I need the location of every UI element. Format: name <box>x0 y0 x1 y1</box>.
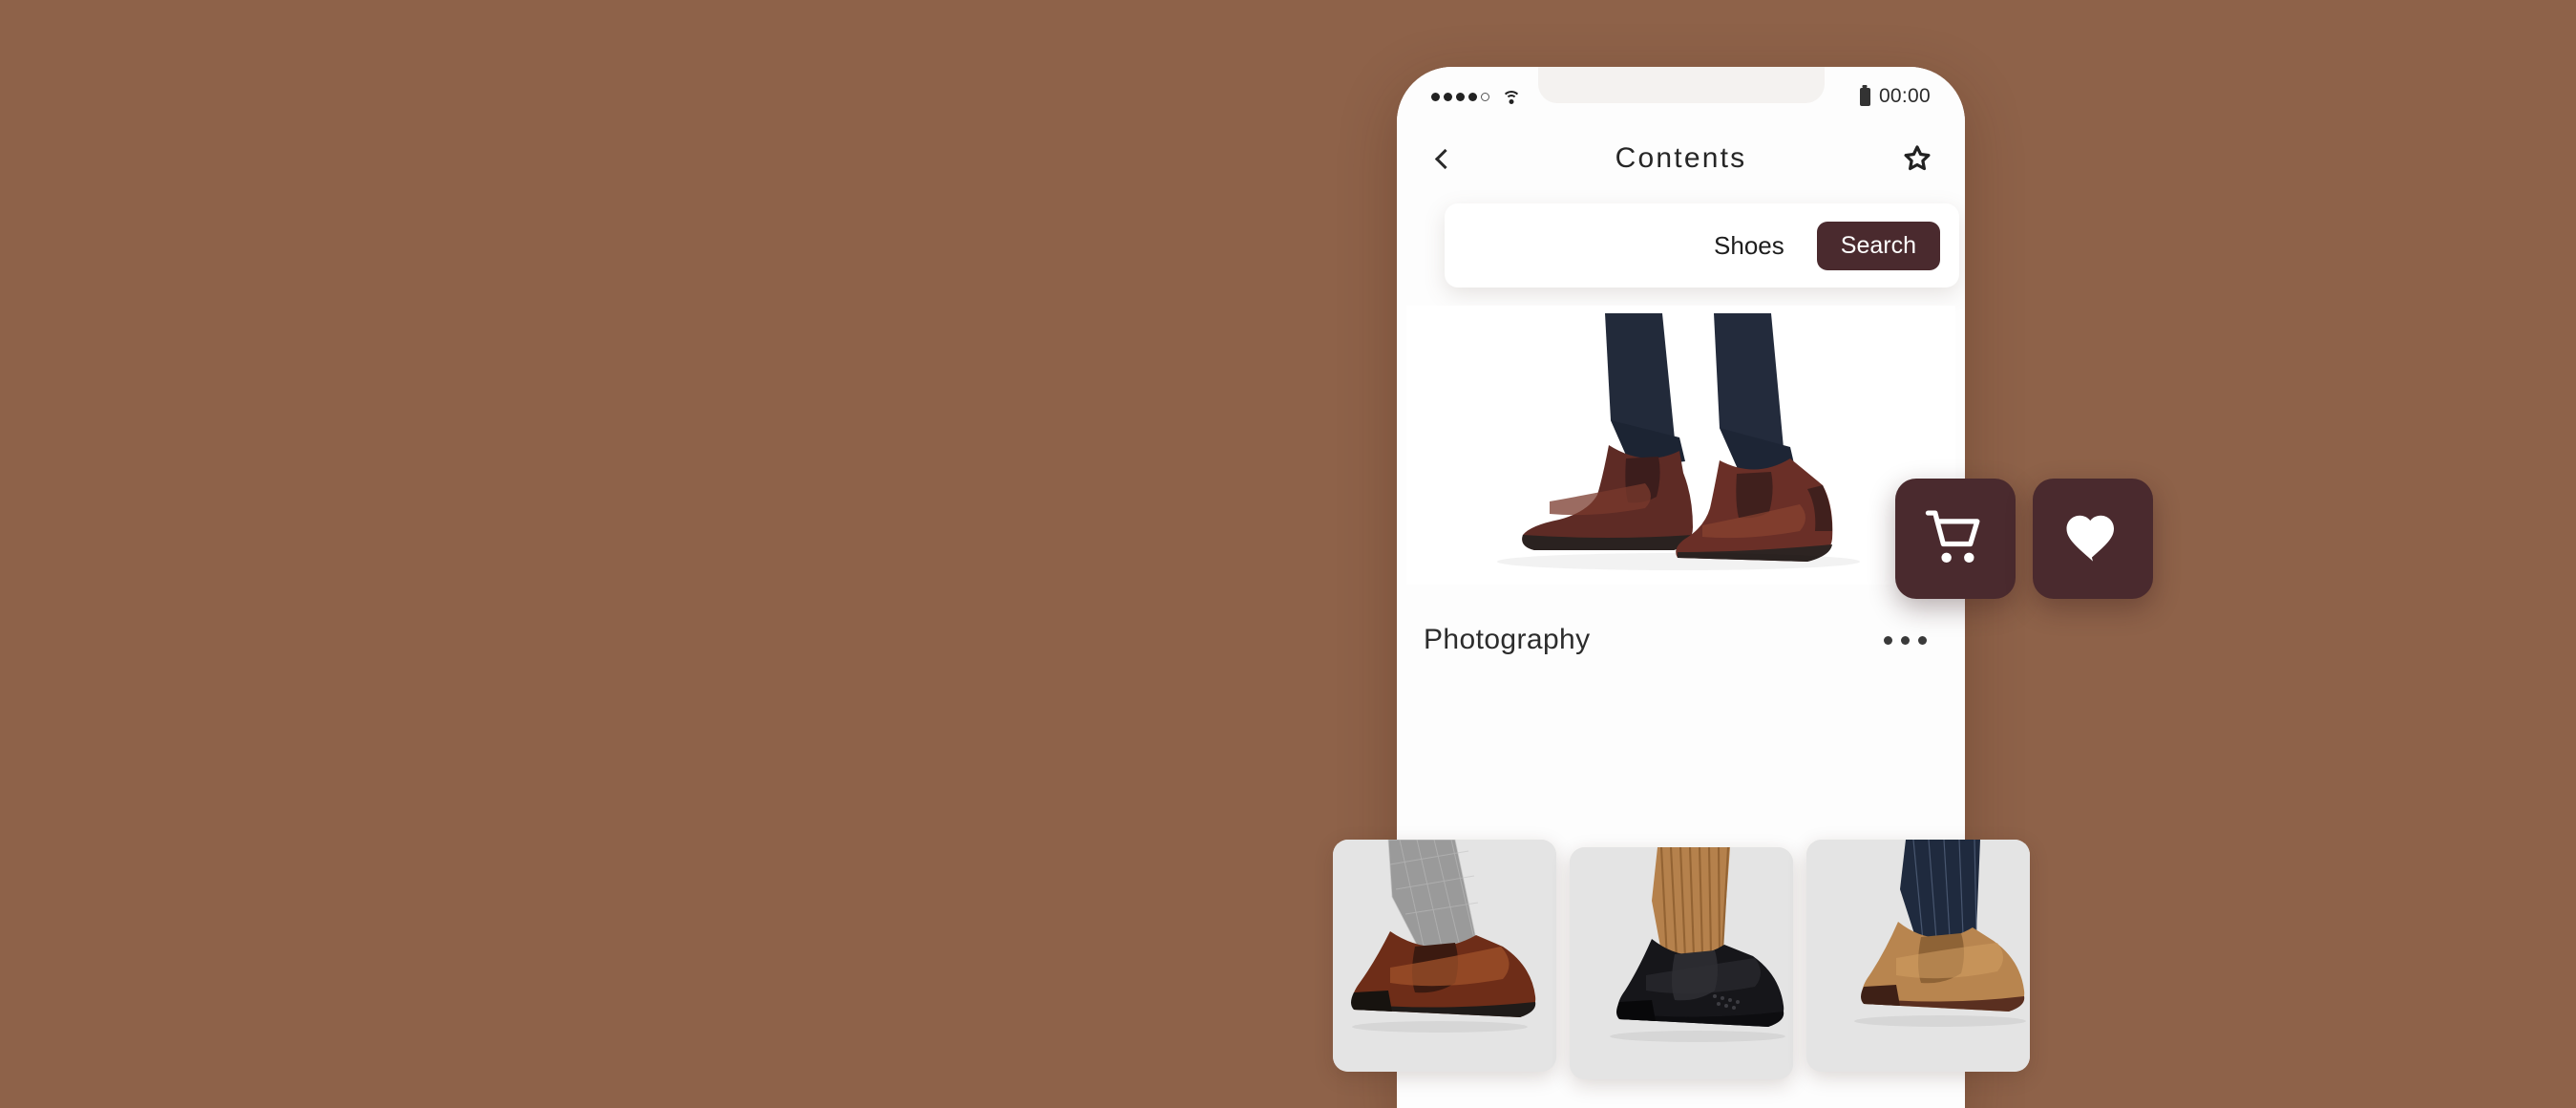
thumbnail-boot-tan-suede <box>1806 840 2030 1072</box>
signal-dots-icon <box>1431 92 1489 101</box>
favorites-button[interactable] <box>2033 479 2153 599</box>
star-icon <box>1904 145 1931 171</box>
page-title: Contents <box>1615 142 1747 174</box>
list-item[interactable] <box>1333 840 1556 1072</box>
heart-icon <box>2066 515 2114 562</box>
search-bar: Shoes Search <box>1445 203 1959 288</box>
signal-dot <box>1431 92 1440 101</box>
status-bar-clock: 00:00 <box>1878 85 1931 107</box>
signal-dot <box>1456 92 1465 101</box>
cart-button[interactable] <box>1895 479 2016 599</box>
search-input[interactable]: Shoes <box>1714 231 1784 261</box>
back-chevron-icon <box>1434 148 1455 169</box>
wifi-icon <box>1502 90 1521 104</box>
dot <box>1918 635 1927 645</box>
bookmark-button[interactable] <box>1898 139 1936 178</box>
section-header: Photography <box>1397 607 1965 673</box>
battery-icon <box>1859 87 1870 106</box>
nav-bar: Contents <box>1397 126 1965 191</box>
section-title: Photography <box>1424 624 1591 655</box>
back-button[interactable] <box>1425 139 1464 178</box>
dot <box>1884 635 1892 645</box>
search-button[interactable]: Search <box>1816 221 1940 270</box>
shopping-cart-icon <box>1925 510 1980 564</box>
dot <box>1901 635 1910 645</box>
canvas: 00:00 Contents Shoes Search Photography <box>0 0 2576 1108</box>
photography-thumbnail-strip <box>1333 840 2030 1088</box>
signal-dot-empty <box>1481 92 1489 101</box>
list-item[interactable] <box>1570 847 1793 1079</box>
status-bar-right: 00:00 <box>1859 85 1931 108</box>
floating-action-buttons <box>1895 479 2153 599</box>
status-bar-left <box>1431 90 1521 104</box>
hero-product-image[interactable] <box>1406 306 1955 585</box>
thumbnail-boot-brown <box>1333 840 1556 1072</box>
signal-dot <box>1468 92 1477 101</box>
thumbnail-boot-black <box>1570 847 1793 1079</box>
hero-boots-illustration <box>1406 306 1955 585</box>
status-bar: 00:00 <box>1397 67 1965 126</box>
more-options-icon[interactable] <box>1876 629 1934 652</box>
signal-dot <box>1444 92 1452 101</box>
list-item[interactable] <box>1806 840 2030 1072</box>
